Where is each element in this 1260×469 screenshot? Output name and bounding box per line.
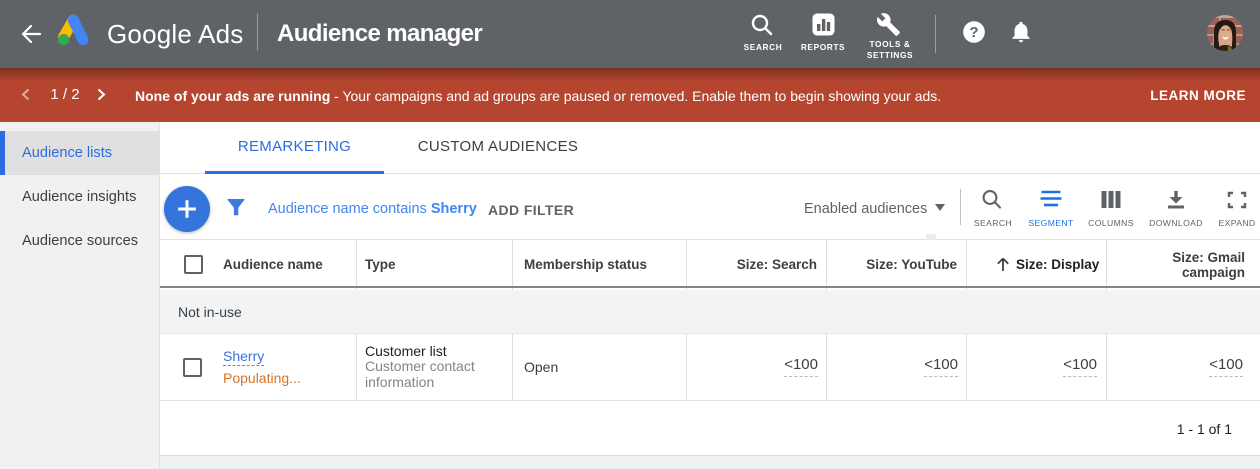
- svg-text:?: ?: [969, 24, 978, 41]
